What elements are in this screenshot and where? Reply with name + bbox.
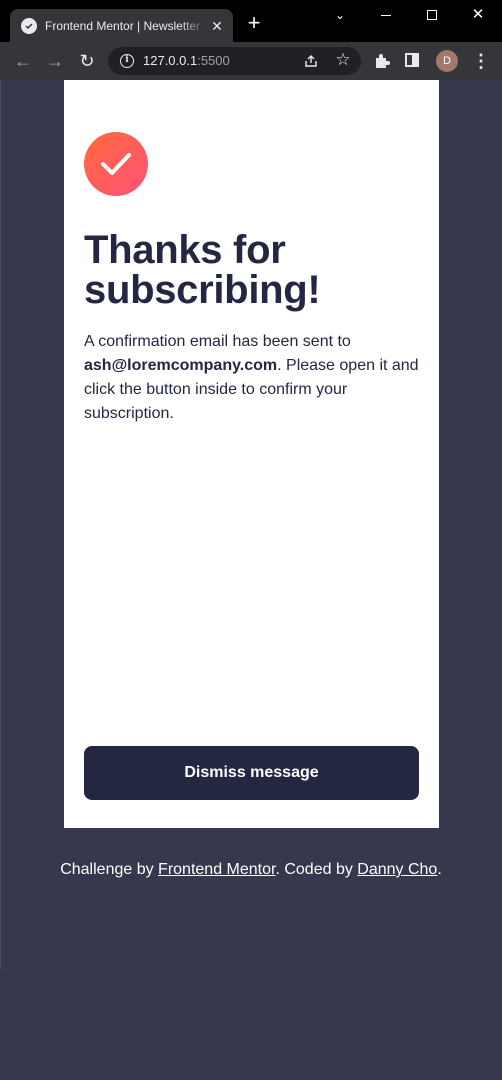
tab-title-fade xyxy=(180,17,206,35)
new-tab-button[interactable]: + xyxy=(243,12,265,35)
attribution-prefix: Challenge by xyxy=(60,861,159,878)
url-text[interactable]: 127.0.0.1:5500 xyxy=(143,53,230,69)
forward-arrow-icon[interactable]: → xyxy=(45,51,65,71)
share-icon[interactable] xyxy=(303,53,319,69)
maximize-icon[interactable] xyxy=(420,5,444,25)
author-link[interactable]: Danny Cho xyxy=(357,861,437,878)
profile-avatar[interactable]: D xyxy=(436,50,458,72)
browser-tab[interactable]: Frontend Mentor | Newsletter sign-up for… xyxy=(10,9,233,42)
tab-close-icon[interactable]: ✕ xyxy=(209,18,225,34)
window-close-icon[interactable]: ✕ xyxy=(466,5,490,25)
dismiss-message-button[interactable]: Dismiss message xyxy=(84,746,419,800)
browser-titlebar: Frontend Mentor | Newsletter sign-up for… xyxy=(0,0,502,42)
favicon-icon xyxy=(21,18,37,34)
email-address: ash@loremcompany.com xyxy=(84,357,278,374)
side-panel-icon[interactable] xyxy=(405,53,419,67)
menu-icon[interactable]: ⋮ xyxy=(472,51,490,71)
tab-search-chevron-icon[interactable]: ⌄ xyxy=(328,5,352,25)
reload-icon[interactable]: ↻ xyxy=(77,51,97,71)
attribution: Challenge by Frontend Mentor. Coded by D… xyxy=(0,858,502,882)
star-icon[interactable]: ☆ xyxy=(334,51,352,69)
extensions-icon[interactable] xyxy=(373,52,391,70)
checkmark-icon xyxy=(84,132,148,196)
back-arrow-icon[interactable]: ← xyxy=(13,51,33,71)
success-heading: Thanks for subscribing! xyxy=(84,228,321,312)
message-text-before: A confirmation email has been sent to xyxy=(84,333,351,350)
browser-toolbar: ← → ↻ i 127.0.0.1:5500 ☆ D ⋮ xyxy=(0,42,502,80)
minimize-icon[interactable] xyxy=(374,5,398,25)
attribution-middle: . Coded by xyxy=(275,861,358,878)
attribution-suffix: . xyxy=(437,861,442,878)
address-bar[interactable]: i 127.0.0.1:5500 ☆ xyxy=(108,47,361,75)
frontend-mentor-link[interactable]: Frontend Mentor xyxy=(158,861,275,878)
url-host: 127.0.0.1 xyxy=(143,53,198,68)
info-icon[interactable]: i xyxy=(120,54,134,68)
page-edge-divider xyxy=(0,80,1,970)
url-port: :5500 xyxy=(197,53,230,68)
confirmation-message: A confirmation email has been sent to as… xyxy=(84,330,419,426)
success-card: Thanks for subscribing! A confirmation e… xyxy=(64,80,439,828)
